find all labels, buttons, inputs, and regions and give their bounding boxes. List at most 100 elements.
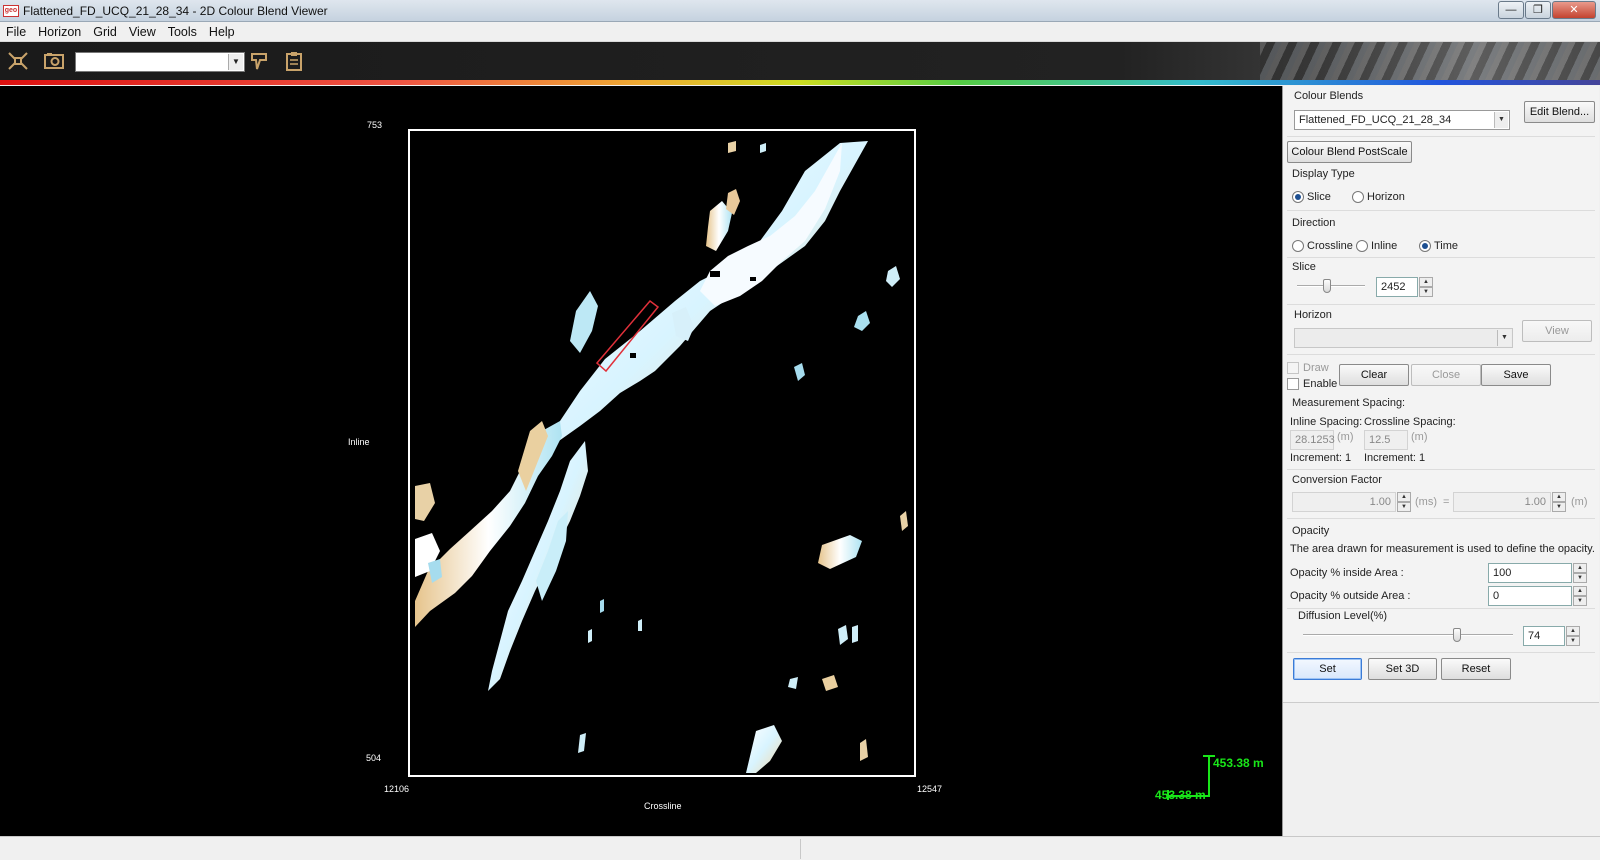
toolbar-selector-dropdown[interactable]: ▼ (75, 52, 245, 72)
control-panel-body: Colour Blends Flattened_FD_UCQ_21_28_34 … (1283, 86, 1599, 703)
chevron-down-icon[interactable]: ▼ (228, 54, 243, 70)
scale-bar-vertical (1208, 756, 1210, 796)
chevron-up-icon[interactable]: ▲ (1552, 492, 1566, 502)
scale-vertical-label: 453.38 m (1213, 756, 1264, 770)
x-axis-label: Crossline (644, 801, 682, 811)
diffusion-spinner[interactable]: ▲ ▼ (1566, 626, 1580, 646)
chevron-down-icon[interactable]: ▼ (1419, 287, 1433, 297)
y-axis-label: Inline (348, 437, 370, 447)
direction-inline-radio[interactable] (1356, 240, 1368, 252)
menu-view[interactable]: View (123, 25, 162, 39)
x-axis-right-tick: 12547 (917, 784, 943, 794)
divider (1287, 354, 1595, 355)
slice-slider-handle[interactable] (1323, 279, 1331, 293)
chevron-up-icon[interactable]: ▲ (1397, 492, 1411, 502)
slice-image-frame[interactable] (408, 129, 916, 777)
draw-checkbox[interactable] (1287, 362, 1299, 374)
opacity-inside-field[interactable]: 100 (1488, 563, 1572, 583)
crossline-spacing-unit: (m) (1411, 431, 1428, 443)
display-type-slice-radio[interactable] (1292, 191, 1304, 203)
chevron-up-icon[interactable]: ▲ (1573, 586, 1587, 596)
display-type-horizon-radio[interactable] (1352, 191, 1364, 203)
chevron-down-icon[interactable]: ▼ (1573, 573, 1587, 583)
slice-spinner[interactable]: ▲ ▼ (1419, 277, 1433, 297)
crossline-spacing-field[interactable]: 12.5 (1364, 430, 1408, 450)
colour-blend-postscale-button[interactable]: Colour Blend PostScale (1287, 141, 1412, 163)
scale-horizontal-label: 453.38 m (1155, 788, 1206, 802)
window-title: Flattened_FD_UCQ_21_28_34 - 2D Colour Bl… (23, 3, 328, 18)
conversion-left-unit: (ms) (1415, 496, 1437, 508)
colour-blend-dropdown[interactable]: Flattened_FD_UCQ_21_28_34 ▼ (1294, 110, 1510, 130)
status-bar (0, 836, 1600, 860)
reset-button[interactable]: Reset (1441, 658, 1511, 680)
plot-canvas[interactable]: 753 Inline 504 12106 12547 Crossline 453… (0, 86, 1282, 836)
inline-spacing-unit: (m) (1337, 431, 1354, 443)
colour-blend-slice-image (415, 141, 908, 773)
menu-grid[interactable]: Grid (87, 25, 123, 39)
view-button[interactable]: View (1522, 320, 1592, 342)
conversion-left-field[interactable]: 1.00 (1292, 492, 1396, 512)
chevron-down-icon[interactable]: ▼ (1497, 330, 1511, 346)
chevron-up-icon[interactable]: ▲ (1419, 277, 1433, 287)
camera-icon[interactable] (43, 51, 65, 71)
chevron-down-icon[interactable]: ▼ (1573, 596, 1587, 606)
menu-help[interactable]: Help (203, 25, 241, 39)
display-type-slice-label: Slice (1307, 191, 1331, 203)
divider (1287, 608, 1595, 609)
colour-blend-value: Flattened_FD_UCQ_21_28_34 (1299, 114, 1452, 126)
opacity-outside-field[interactable]: 0 (1488, 586, 1572, 606)
set-button[interactable]: Set (1293, 658, 1362, 680)
set-3d-button[interactable]: Set 3D (1368, 658, 1437, 680)
direction-time-radio[interactable] (1419, 240, 1431, 252)
slice-slider-track[interactable] (1297, 285, 1365, 287)
conversion-right-field[interactable]: 1.00 (1453, 492, 1551, 512)
opacity-outside-spinner[interactable]: ▲ ▼ (1573, 586, 1587, 606)
menu-bar: File Horizon Grid View Tools Help (0, 22, 1600, 42)
close-button[interactable]: Close (1411, 364, 1481, 386)
divider (1287, 652, 1595, 653)
fit-view-icon[interactable] (7, 51, 29, 71)
conversion-right-spinner[interactable]: ▲ ▼ (1552, 492, 1566, 512)
measurement-spacing-label: Measurement Spacing: (1292, 397, 1406, 409)
inline-spacing-label: Inline Spacing: (1290, 416, 1363, 428)
menu-tools[interactable]: Tools (162, 25, 203, 39)
menu-horizon[interactable]: Horizon (32, 25, 87, 39)
inline-increment-label: Increment: 1 (1290, 452, 1352, 464)
clipboard-icon[interactable] (283, 51, 305, 71)
menu-file[interactable]: File (0, 25, 32, 39)
chevron-up-icon[interactable]: ▲ (1566, 626, 1580, 636)
conversion-right-unit: (m) (1571, 496, 1588, 508)
diffusion-slider-handle[interactable] (1453, 628, 1461, 642)
direction-crossline-label: Crossline (1307, 240, 1353, 252)
direction-crossline-radio[interactable] (1292, 240, 1304, 252)
chevron-down-icon[interactable]: ▼ (1566, 636, 1580, 646)
conversion-left-spinner[interactable]: ▲ ▼ (1397, 492, 1411, 512)
chevron-down-icon[interactable]: ▼ (1552, 502, 1566, 512)
save-button[interactable]: Save (1481, 364, 1551, 386)
divider (1287, 210, 1595, 211)
divider (1287, 518, 1595, 519)
title-bar: geo Flattened_FD_UCQ_21_28_34 - 2D Colou… (0, 0, 1600, 22)
app-logo-icon: geo (3, 4, 19, 17)
chevron-down-icon[interactable]: ▼ (1494, 112, 1508, 128)
toolbar-banner-image (1260, 42, 1600, 80)
maximize-button[interactable]: ❐ (1525, 1, 1551, 19)
clear-button[interactable]: Clear (1339, 364, 1409, 386)
chevron-up-icon[interactable]: ▲ (1573, 563, 1587, 573)
horizon-dropdown[interactable]: ▼ (1294, 328, 1513, 348)
horizon-label: Horizon (1294, 309, 1332, 321)
divider (1287, 257, 1595, 258)
conversion-equals: = (1443, 496, 1450, 508)
diffusion-value-field[interactable]: 74 (1523, 626, 1565, 646)
close-window-button[interactable]: ✕ (1552, 1, 1596, 19)
diffusion-slider-track[interactable] (1303, 634, 1513, 636)
minimize-button[interactable]: — (1498, 1, 1524, 19)
opacity-inside-spinner[interactable]: ▲ ▼ (1573, 563, 1587, 583)
divider (1287, 304, 1595, 305)
chevron-down-icon[interactable]: ▼ (1397, 502, 1411, 512)
enable-checkbox[interactable] (1287, 378, 1299, 390)
edit-blend-button[interactable]: Edit Blend... (1524, 101, 1595, 123)
inline-spacing-field[interactable]: 28.1253 (1290, 430, 1335, 450)
slice-value-field[interactable]: 2452 (1376, 277, 1418, 297)
horizon-marker-icon[interactable] (248, 51, 270, 71)
